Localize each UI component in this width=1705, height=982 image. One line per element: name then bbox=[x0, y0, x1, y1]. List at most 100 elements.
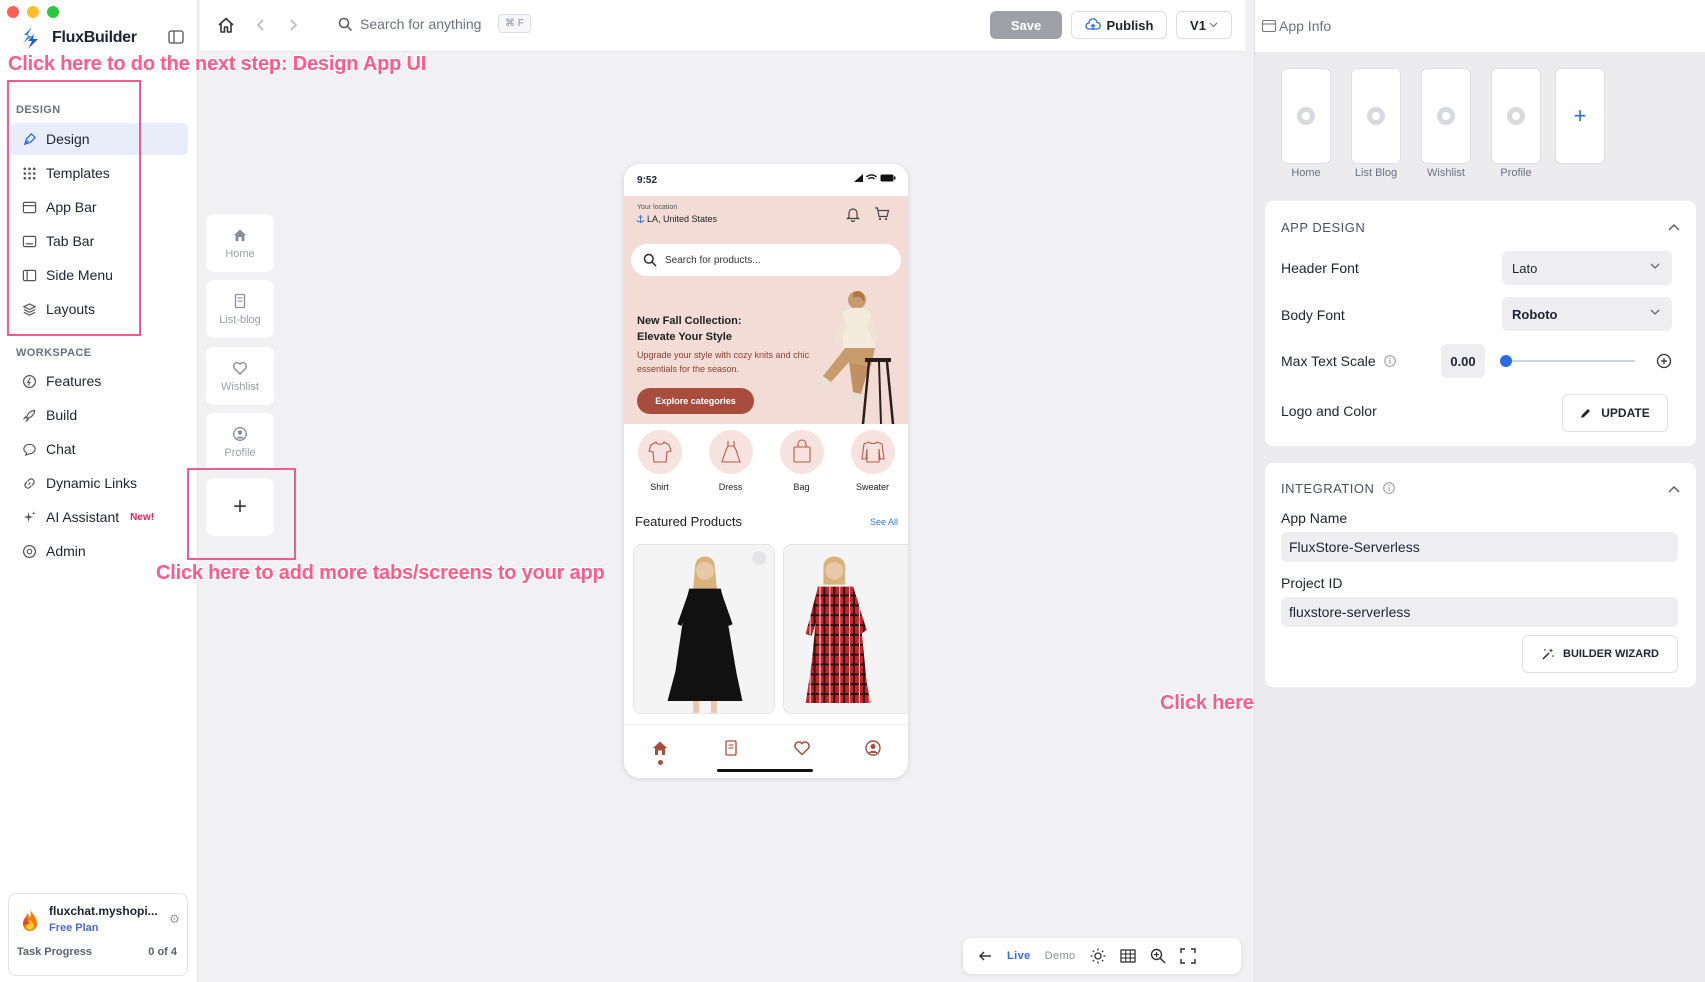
banner-model-image bbox=[815, 291, 895, 424]
tab-profile[interactable]: Profile bbox=[206, 413, 274, 471]
store-card[interactable]: fluxchat.myshopi... Free Plan ⚙ Task Pro… bbox=[8, 893, 188, 976]
integration-card: INTEGRATION App Name FluxStore-Serverles… bbox=[1265, 463, 1696, 687]
preview-tools: Live Demo bbox=[963, 938, 1241, 974]
sidebar-item-chat[interactable]: Chat bbox=[10, 433, 188, 465]
sidebar-item-label: Admin bbox=[46, 543, 86, 559]
admin-icon bbox=[22, 544, 37, 558]
info-icon[interactable] bbox=[1383, 355, 1396, 367]
sidebar-item-label: Features bbox=[46, 373, 102, 389]
category-circle bbox=[850, 430, 895, 474]
sparkle-icon bbox=[23, 510, 36, 522]
publish-button[interactable]: Publish bbox=[1071, 11, 1167, 39]
signal-icon bbox=[854, 174, 863, 182]
category-shirt[interactable]: Shirt bbox=[630, 430, 690, 492]
aperture-icon bbox=[1507, 107, 1525, 125]
forward-arrow-icon[interactable] bbox=[286, 17, 300, 33]
live-mode-button[interactable]: Live bbox=[1007, 950, 1031, 962]
sidebar-toggle-icon[interactable] bbox=[168, 30, 184, 44]
tab-label: Home bbox=[225, 247, 255, 260]
arrow-left-icon[interactable] bbox=[977, 948, 993, 964]
favorite-icon[interactable] bbox=[752, 551, 766, 565]
chevron-up-icon[interactable] bbox=[1668, 485, 1680, 493]
gear-icon[interactable]: ⚙ bbox=[169, 912, 180, 926]
location-value[interactable]: LA, United States bbox=[636, 214, 717, 224]
sidebar-item-ai-assistant[interactable]: AI Assistant New! bbox=[10, 501, 188, 533]
update-button[interactable]: UPDATE bbox=[1562, 394, 1668, 432]
minimize-window-button[interactable] bbox=[27, 6, 39, 18]
builder-wizard-button[interactable]: BUILDER WIZARD bbox=[1522, 635, 1678, 673]
active-tab-indicator bbox=[658, 760, 663, 765]
max-text-scale-slider[interactable] bbox=[1505, 360, 1635, 362]
header-font-label: Header Font bbox=[1281, 260, 1359, 276]
category-sweater[interactable]: Sweater bbox=[843, 430, 903, 492]
slider-handle[interactable] bbox=[1500, 355, 1512, 367]
search-icon[interactable] bbox=[338, 17, 353, 32]
product-card[interactable] bbox=[633, 544, 775, 714]
max-text-scale-value[interactable]: 0.00 bbox=[1441, 344, 1485, 378]
close-window-button[interactable] bbox=[7, 6, 19, 18]
product-search-placeholder: Search for products... bbox=[665, 254, 761, 266]
tab-home[interactable]: Home bbox=[206, 214, 274, 272]
sun-icon[interactable] bbox=[1090, 948, 1106, 964]
tab-wishlist[interactable]: Wishlist bbox=[206, 347, 274, 405]
tab-list-blog[interactable]: List-blog bbox=[206, 280, 274, 338]
save-button[interactable]: Save bbox=[990, 11, 1062, 39]
version-select[interactable]: V1 bbox=[1176, 11, 1232, 39]
screen-thumb-home[interactable] bbox=[1281, 68, 1331, 164]
app-name-field[interactable]: FluxStore-Serverless bbox=[1281, 532, 1678, 562]
sidebar-item-build[interactable]: Build bbox=[10, 399, 188, 431]
version-label: V1 bbox=[1190, 17, 1206, 33]
demo-mode-button[interactable]: Demo bbox=[1045, 950, 1076, 962]
builder-wizard-label: BUILDER WIZARD bbox=[1563, 648, 1659, 660]
body-font-select[interactable]: Roboto bbox=[1502, 297, 1672, 331]
heart-icon[interactable] bbox=[793, 739, 811, 757]
workspace-nav: Features Build Chat Dynamic Links AI Ass… bbox=[10, 365, 188, 569]
screen-thumb-list-blog[interactable] bbox=[1351, 68, 1401, 164]
sidebar-item-features[interactable]: Features bbox=[10, 365, 188, 397]
grid-table-icon[interactable] bbox=[1119, 948, 1136, 964]
back-arrow-icon[interactable] bbox=[254, 17, 268, 33]
chevron-down-icon bbox=[1650, 309, 1660, 315]
home-icon[interactable] bbox=[217, 16, 235, 34]
see-all-link[interactable]: See All bbox=[870, 517, 898, 527]
search-input[interactable]: Search for anything bbox=[360, 16, 481, 32]
explore-categories-button[interactable]: Explore categories bbox=[637, 388, 754, 414]
category-circle bbox=[779, 430, 824, 474]
max-text-scale-label: Max Text Scale bbox=[1281, 353, 1376, 369]
sidebar-item-dynamic-links[interactable]: Dynamic Links bbox=[10, 467, 188, 499]
category-circle bbox=[637, 430, 682, 474]
user-icon[interactable] bbox=[864, 739, 882, 757]
home-icon[interactable] bbox=[651, 739, 669, 757]
phone-hero: Your location LA, United States Search f… bbox=[624, 196, 908, 424]
bell-icon[interactable] bbox=[846, 206, 860, 222]
screen-thumb-wishlist[interactable] bbox=[1421, 68, 1471, 164]
brand: FluxBuilder bbox=[20, 26, 137, 50]
chevron-up-icon[interactable] bbox=[1668, 223, 1680, 231]
cart-icon[interactable] bbox=[874, 206, 890, 222]
screen-thumb-profile[interactable] bbox=[1491, 68, 1541, 164]
banner-title-line-2: Elevate Your Style bbox=[637, 331, 732, 343]
sidebar-item-label: Build bbox=[46, 407, 78, 423]
plus-circle-icon[interactable] bbox=[1656, 353, 1672, 369]
aperture-icon bbox=[1367, 107, 1385, 125]
sweater-icon bbox=[860, 441, 885, 463]
store-name: fluxchat.myshopi... bbox=[49, 904, 158, 918]
app-design-card: APP DESIGN Header Font Lato Body Font Ro… bbox=[1265, 201, 1696, 446]
product-search-input[interactable]: Search for products... bbox=[631, 244, 901, 276]
product-card[interactable] bbox=[783, 544, 908, 714]
category-bag[interactable]: Bag bbox=[772, 430, 832, 492]
zoom-in-icon[interactable] bbox=[1150, 948, 1166, 964]
shirt-icon bbox=[647, 441, 672, 463]
header-font-select[interactable]: Lato bbox=[1502, 251, 1672, 285]
category-dress[interactable]: Dress bbox=[701, 430, 761, 492]
wifi-icon bbox=[866, 174, 877, 182]
add-screen-button[interactable]: + bbox=[1555, 68, 1605, 164]
document-icon[interactable] bbox=[722, 739, 740, 757]
featured-products-title: Featured Products bbox=[635, 514, 742, 529]
highlight-add-tab bbox=[187, 468, 296, 560]
project-id-field[interactable]: fluxstore-serverless bbox=[1281, 597, 1678, 627]
info-icon[interactable] bbox=[1382, 482, 1395, 494]
maximize-window-button[interactable] bbox=[47, 6, 59, 18]
fullscreen-icon[interactable] bbox=[1179, 948, 1196, 964]
banner-title-line-1: New Fall Collection: bbox=[637, 315, 742, 327]
